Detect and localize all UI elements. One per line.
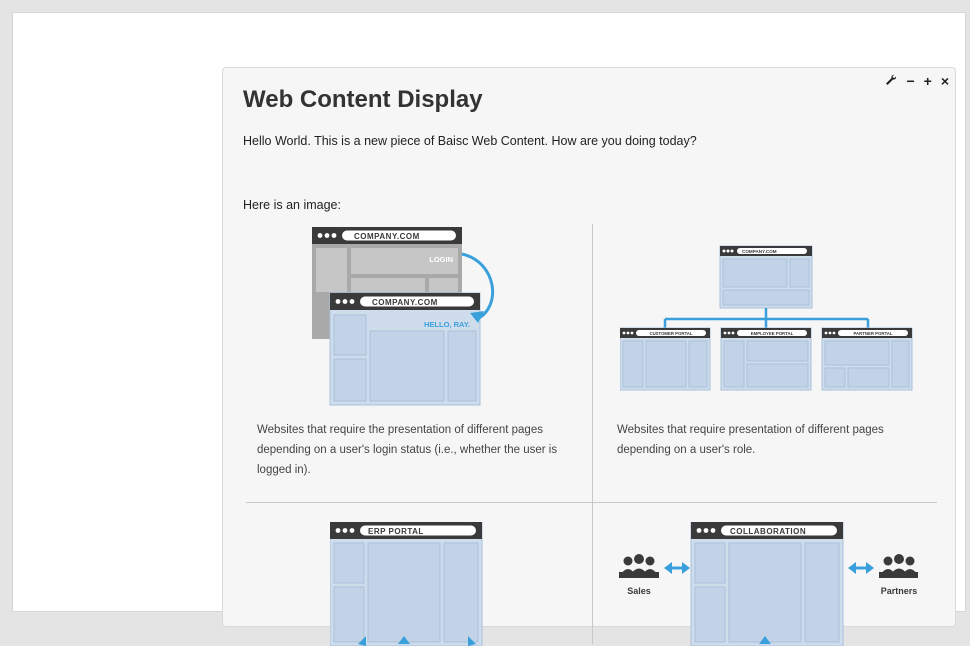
collaboration-browser-url: COLLABORATION <box>730 527 806 536</box>
web-content-display-portlet: Web Content Display − + × Hello World. T… <box>222 67 956 646</box>
minimize-button[interactable]: − <box>906 74 914 90</box>
login-status-illustration: COMPANY.COM LOGIN COMPANY.COM HELLO, RAY… <box>312 227 494 406</box>
partners-label: Partners <box>881 586 918 596</box>
role-caption: Websites that require presentation of di… <box>617 424 884 456</box>
wrench-icon[interactable] <box>885 74 897 90</box>
role-based-illustration: COMPANY.COM CUSTOMER PORTAL EMPLOYEE POR… <box>620 245 913 391</box>
portlet-controls: − + × <box>885 74 949 90</box>
login-caption: Websites that require the presentation o… <box>257 424 558 476</box>
close-button[interactable]: × <box>941 74 949 90</box>
svg-text:CUSTOMER PORTAL: CUSTOMER PORTAL <box>649 331 692 336</box>
employee-portal-browser: EMPLOYEE PORTAL <box>720 327 812 391</box>
vertical-divider <box>592 224 593 644</box>
erp-browser-url: ERP PORTAL <box>368 527 424 536</box>
intro-text: Hello World. This is a new piece of Bais… <box>243 134 697 148</box>
partner-portal-browser: PARTNER PORTAL <box>821 327 913 391</box>
partners-group-icon <box>879 554 918 578</box>
sales-group-icon <box>619 554 659 578</box>
login-text: LOGIN <box>429 255 453 264</box>
maximize-button[interactable]: + <box>924 74 932 90</box>
top-browser-url: COMPANY.COM <box>742 249 777 254</box>
back-browser-url: COMPANY.COM <box>354 232 420 241</box>
image-label: Here is an image: <box>243 198 341 212</box>
portlet-title: Web Content Display <box>243 86 483 113</box>
page: Web Content Display − + × Hello World. T… <box>12 12 966 646</box>
collaboration-illustration: COLLABORATION Sales Partners <box>619 522 918 646</box>
horizontal-divider <box>246 502 937 503</box>
hello-text: HELLO, RAY. <box>424 320 470 329</box>
illustration-grid: COMPANY.COM LOGIN COMPANY.COM HELLO, RAY… <box>246 224 937 646</box>
sales-label: Sales <box>627 586 651 596</box>
customer-portal-browser: CUSTOMER PORTAL <box>620 327 711 391</box>
svg-text:PARTNER PORTAL: PARTNER PORTAL <box>854 331 893 336</box>
erp-portal-illustration: ERP PORTAL <box>330 522 483 646</box>
front-browser-url: COMPANY.COM <box>372 298 438 307</box>
svg-text:EMPLOYEE PORTAL: EMPLOYEE PORTAL <box>751 331 794 336</box>
